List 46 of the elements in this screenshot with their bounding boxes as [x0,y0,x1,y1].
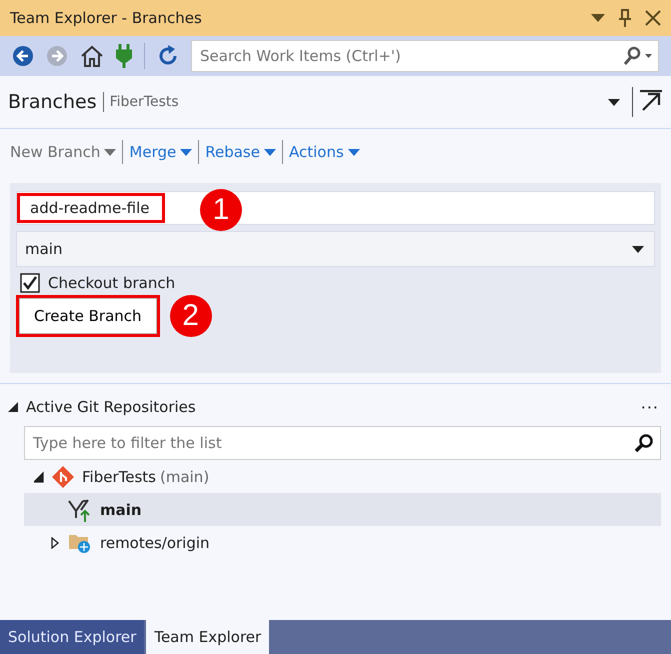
back-icon[interactable] [12,45,34,67]
more-options[interactable]: ··· [640,398,659,416]
tree-item[interactable]: remotes/origin [24,526,661,559]
callout-number: 1 [200,189,242,231]
caret-icon [180,148,192,156]
section-title: Active Git Repositories [26,398,196,416]
branch-icon [68,498,92,522]
tree-item[interactable]: main [24,493,661,526]
tree-item-label: FiberTests [82,468,156,486]
forward-icon [46,45,68,67]
search-icon[interactable] [634,433,654,453]
caret-icon [264,148,276,156]
caret-icon [104,148,116,156]
filter-field[interactable]: Type here to filter the list [31,433,634,453]
caret-icon [632,246,644,252]
refresh-icon[interactable] [157,45,179,67]
expand-arrow-icon[interactable] [8,402,18,412]
base-branch-dropdown[interactable]: main [16,231,655,267]
close-icon[interactable] [645,10,661,26]
callout-number: 2 [170,295,212,337]
filter-field[interactable]: Type here to filter the list [24,426,661,460]
panel-tab[interactable]: Solution Explorer [0,620,144,654]
checkbox-label: Checkout branch [48,274,176,292]
create-branch-button[interactable]: Create Branch [19,298,157,334]
pin-icon[interactable] [619,9,631,27]
tree-item-label: remotes/origin [100,534,210,552]
dropdown-icon[interactable] [608,98,620,106]
panel-tab[interactable]: Team Explorer [146,620,270,654]
tree-item-note: (main) [160,468,210,486]
search-icon[interactable] [622,46,652,66]
action-dropdown[interactable]: Actions [286,143,362,161]
home-icon[interactable] [80,45,104,67]
tree-item[interactable]: FiberTests (main) [24,460,661,493]
page-subtitle: FiberTests [110,94,179,110]
action-dropdown[interactable]: Merge [127,143,194,161]
expand-arrow-icon[interactable] [34,470,44,482]
action-dropdown[interactable]: Rebase [203,143,278,161]
expand-arrow-icon[interactable] [50,536,60,548]
git-icon [52,466,74,488]
window-title: Team Explorer - Branches [10,9,203,27]
tree-item-label: main [100,500,142,518]
caret-icon [348,148,360,156]
page-title: Branches [8,91,97,113]
checkbox[interactable] [20,273,40,293]
plug-icon[interactable] [116,44,132,68]
search-field[interactable]: Search Work Items (Ctrl+') [191,40,659,72]
